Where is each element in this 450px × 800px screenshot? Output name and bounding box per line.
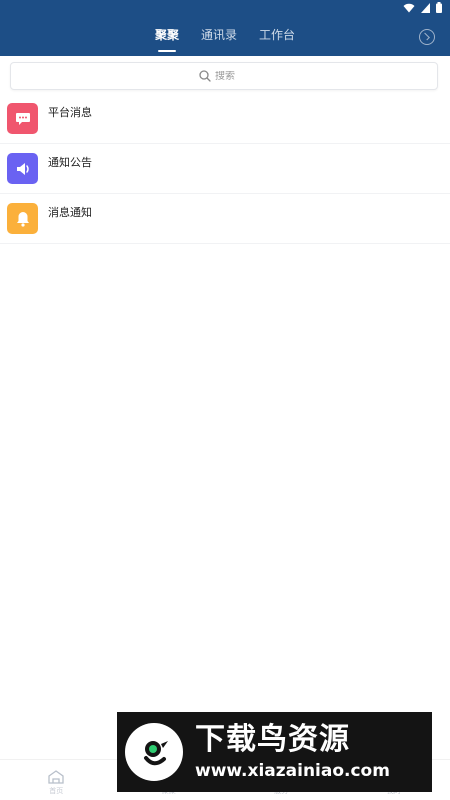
top-app-bar: 聚聚 通讯录 工作台 bbox=[0, 0, 450, 56]
list-item-platform-messages[interactable]: 平台消息 bbox=[0, 94, 450, 144]
list-item-notifications[interactable]: 消息通知 bbox=[0, 194, 450, 244]
wifi-icon bbox=[403, 3, 415, 12]
home-icon bbox=[48, 770, 64, 784]
watermark-url: www.xiazainiao.com bbox=[195, 761, 390, 781]
search-icon bbox=[199, 70, 211, 82]
tab-juju[interactable]: 聚聚 bbox=[153, 26, 181, 50]
watermark-title: 下载鸟资源 bbox=[195, 722, 350, 757]
tab-contacts[interactable]: 通讯录 bbox=[199, 26, 239, 50]
bird-logo-icon bbox=[125, 723, 183, 781]
list-item-title: 通知公告 bbox=[48, 156, 92, 169]
chat-bubble-icon bbox=[7, 103, 38, 134]
tab-workbench[interactable]: 工作台 bbox=[257, 26, 297, 50]
battery-icon bbox=[436, 2, 442, 13]
header-action-icon[interactable] bbox=[419, 29, 435, 45]
bell-icon bbox=[7, 203, 38, 234]
conversation-list: 平台消息 通知公告 消息通知 bbox=[0, 94, 450, 244]
nav-item-home[interactable]: 首页 bbox=[0, 760, 113, 800]
list-item-title: 消息通知 bbox=[48, 206, 92, 219]
status-bar-icons bbox=[403, 2, 442, 13]
watermark-banner: 下载鸟资源 www.xiazainiao.com bbox=[117, 712, 432, 792]
list-item-announcements[interactable]: 通知公告 bbox=[0, 144, 450, 194]
list-item-title: 平台消息 bbox=[48, 106, 92, 119]
search-input[interactable] bbox=[215, 70, 249, 82]
nav-label: 首页 bbox=[49, 787, 64, 795]
top-tabs: 聚聚 通讯录 工作台 bbox=[0, 26, 450, 50]
speaker-icon bbox=[7, 153, 38, 184]
search-bar[interactable] bbox=[10, 62, 438, 90]
signal-icon bbox=[421, 2, 430, 13]
watermark-text: 下载鸟资源 www.xiazainiao.com bbox=[195, 722, 390, 782]
